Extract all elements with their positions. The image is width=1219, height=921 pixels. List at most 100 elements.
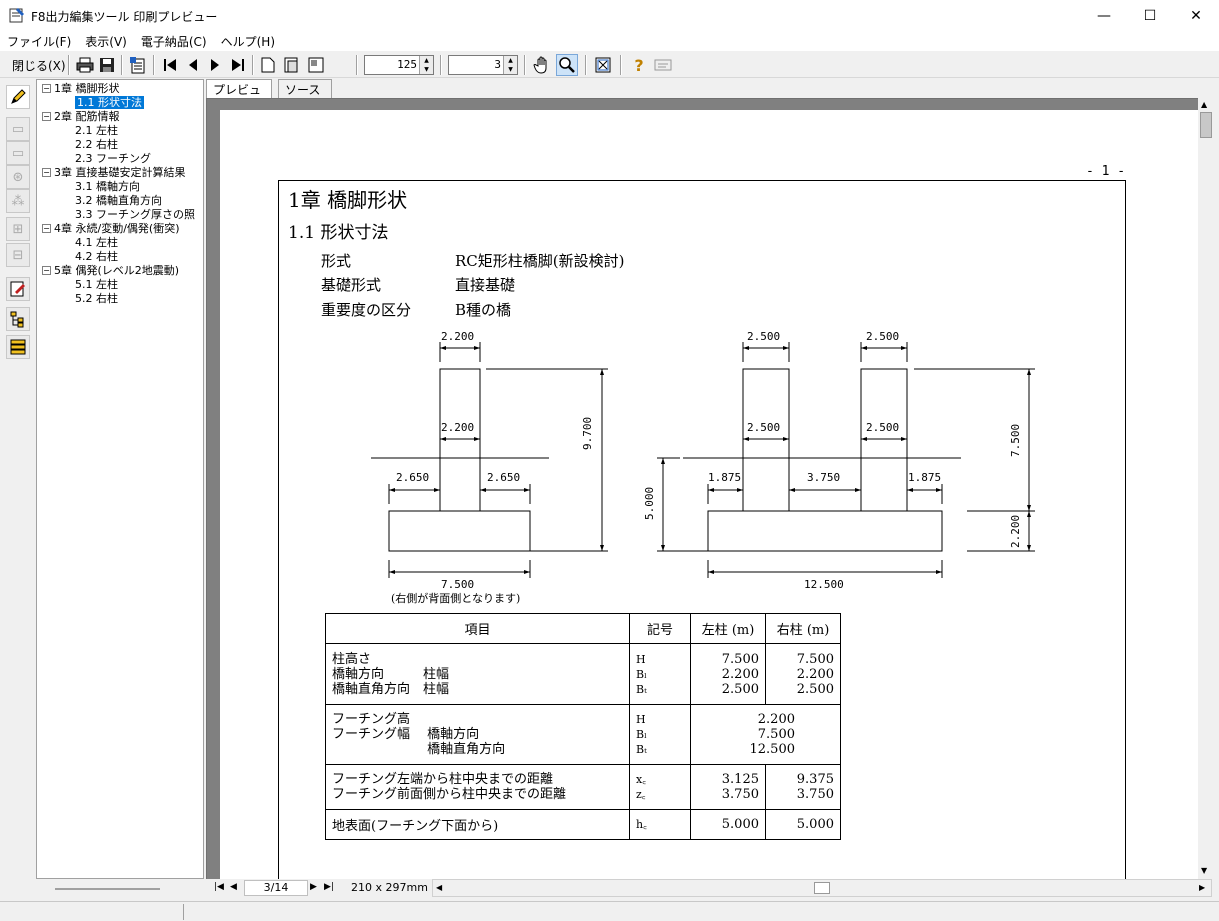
tree-expand-icon[interactable]: − xyxy=(42,168,51,177)
next-page-icon[interactable] xyxy=(204,54,226,76)
close-window-button[interactable]: ✕ xyxy=(1173,0,1219,31)
toolbar-separator xyxy=(585,55,587,75)
fit-page-icon[interactable] xyxy=(592,54,614,76)
table-cell: 3.750 xyxy=(721,787,759,802)
table-cell: 5.000 xyxy=(690,809,766,840)
save-icon[interactable] xyxy=(96,54,118,76)
table-cell: フーチング幅 橋軸方向 xyxy=(332,727,480,742)
scroll-right-icon[interactable]: ▶ xyxy=(1199,883,1205,892)
tree-expand-icon[interactable]: − xyxy=(42,224,51,233)
tree-chapter[interactable]: 3章 直接基礎安定計算結果 xyxy=(54,166,186,179)
multi-page-icon[interactable] xyxy=(305,54,327,76)
table-cell: フーチング高 xyxy=(332,712,411,727)
tree-section[interactable]: 2.1 左柱 xyxy=(75,124,118,137)
print-icon[interactable] xyxy=(74,54,96,76)
menu-help[interactable]: ヘルプ(H) xyxy=(214,31,282,51)
toolbar-separator xyxy=(121,55,123,75)
layout-b-icon[interactable]: ⊟ xyxy=(6,243,30,267)
tree-section[interactable]: 2.2 右柱 xyxy=(75,138,118,151)
prev-page-small-icon[interactable]: ◀ xyxy=(230,882,237,892)
tree-section[interactable]: 5.2 右柱 xyxy=(75,292,118,305)
toolbar-separator xyxy=(68,55,70,75)
menu-file[interactable]: ファイル(F) xyxy=(0,31,78,51)
table-row: 柱高さ 橋軸方向 柱幅 橋軸直角方向 柱幅 H Bₗ Bₜ 7.500 2.200 2.50… xyxy=(325,643,841,705)
tab-source[interactable]: ソース xyxy=(278,79,332,98)
app-icon xyxy=(9,7,25,23)
hand-icon[interactable] xyxy=(531,54,553,76)
last-page-small-icon[interactable]: ▶| xyxy=(324,882,334,892)
tree-chapter[interactable]: 1章 橋脚形状 xyxy=(54,82,120,95)
table-cell: 7.500 xyxy=(721,651,759,667)
table-cell: Bₗ xyxy=(636,667,647,681)
scroll-thumb[interactable] xyxy=(1200,112,1212,138)
left-pier-drawing xyxy=(371,342,608,578)
table-cell: フーチング前面側から柱中央までの距離 xyxy=(332,787,567,802)
close-preview-button[interactable]: 閉じる(X) xyxy=(4,54,74,76)
menu-electronic-delivery[interactable]: 電子納品(C) xyxy=(134,31,214,51)
zoom-value: 125 xyxy=(397,58,417,71)
tree-chapter[interactable]: 2章 配筋情報 xyxy=(54,110,120,123)
vertical-scrollbar[interactable]: ▲ ▼ xyxy=(1198,98,1214,881)
zoom-icon[interactable] xyxy=(556,54,578,76)
grid-structure-icon[interactable] xyxy=(6,335,30,359)
tab-preview[interactable]: プレビュー xyxy=(206,79,272,114)
dim-label: 7.500 xyxy=(441,578,475,591)
export-icon[interactable] xyxy=(127,54,149,76)
next-page-small-icon[interactable]: ▶ xyxy=(310,882,317,892)
align-left-icon[interactable]: ▭ xyxy=(6,117,30,141)
scatter-icon[interactable]: ⁂ xyxy=(6,189,30,213)
tree-hscroll[interactable] xyxy=(55,888,160,890)
prev-page-icon[interactable] xyxy=(182,54,204,76)
dim-label: 1.875 xyxy=(708,471,742,484)
tree-section[interactable]: 2.3 フーチング xyxy=(75,152,151,165)
table-cell: 7.500 xyxy=(757,727,795,742)
horizontal-scrollbar[interactable]: ◀ ▶ xyxy=(432,879,1212,897)
maximize-button[interactable]: ☐ xyxy=(1127,0,1173,31)
tree-section[interactable]: 3.2 橋軸直角方向 xyxy=(75,194,162,207)
toolbar-separator xyxy=(440,55,442,75)
tree-chapter[interactable]: 4章 永続/変動/偶発(衝突) xyxy=(54,222,180,235)
table-header: 左柱 (m) xyxy=(690,613,766,644)
scroll-up-icon[interactable]: ▲ xyxy=(1201,100,1207,109)
tree-section[interactable]: 4.1 左柱 xyxy=(75,236,118,249)
layout-a-icon[interactable]: ⊞ xyxy=(6,217,30,241)
scroll-left-icon[interactable]: ◀ xyxy=(436,883,442,892)
zoom-spinner[interactable]: 125 ▲ ▼ xyxy=(364,55,434,75)
dim-label: 5.000 xyxy=(643,486,656,520)
menu-view[interactable]: 表示(V) xyxy=(78,31,134,51)
single-page-icon[interactable] xyxy=(257,54,279,76)
two-page-icon[interactable] xyxy=(281,54,303,76)
tree-section[interactable]: 3.3 フーチング厚さの照 xyxy=(75,208,195,221)
first-page-icon[interactable] xyxy=(159,54,181,76)
hscroll-thumb[interactable] xyxy=(814,882,830,894)
tree-structure-icon[interactable] xyxy=(6,307,30,331)
zoom-spin-arrows[interactable]: ▲ ▼ xyxy=(419,56,433,74)
info-icon[interactable] xyxy=(652,54,674,76)
minimize-button[interactable]: — xyxy=(1081,0,1127,31)
first-page-small-icon[interactable]: |◀ xyxy=(214,882,224,892)
tree-expand-icon[interactable]: − xyxy=(42,112,51,121)
tree-section[interactable]: 5.1 左柱 xyxy=(75,278,118,291)
tree-chapter[interactable]: 5章 偶発(レベル2地震動) xyxy=(54,264,179,277)
tree-section[interactable]: 3.1 橋軸方向 xyxy=(75,180,140,193)
page-spin-arrows[interactable]: ▲ ▼ xyxy=(503,56,517,74)
dim-label: 2.650 xyxy=(396,471,430,484)
paint-icon[interactable] xyxy=(6,277,30,301)
tree-section[interactable]: 4.2 右柱 xyxy=(75,250,118,263)
tree-section[interactable]: 1.1 形状寸法 xyxy=(75,96,144,109)
help-icon[interactable]: ? xyxy=(628,54,650,76)
tree-expand-icon[interactable]: − xyxy=(42,266,51,275)
edit-pencil-icon[interactable] xyxy=(6,85,30,109)
chapter-tree: −1章 橋脚形状 1.1 形状寸法 −2章 配筋情報 2.1 左柱 2.2 右柱 2.3 … xyxy=(36,79,204,879)
page-spinner[interactable]: 3 ▲ ▼ xyxy=(448,55,518,75)
last-page-icon[interactable] xyxy=(227,54,249,76)
dim-label: 12.500 xyxy=(804,578,844,591)
scroll-down-icon[interactable]: ▼ xyxy=(1201,866,1207,875)
align-right-icon[interactable]: ▭ xyxy=(6,141,30,165)
tree-expand-icon[interactable]: − xyxy=(42,84,51,93)
table-cell: 2.500 xyxy=(721,681,759,697)
page-navigation-bar: |◀ ◀ 3/14 ▶ ▶| 210 x 297mm ◀ ▶ xyxy=(206,879,1219,897)
table-cell: 9.375 xyxy=(796,772,834,787)
page-indicator[interactable]: 3/14 xyxy=(244,880,308,896)
chain-icon[interactable]: ⊛ xyxy=(6,165,30,189)
